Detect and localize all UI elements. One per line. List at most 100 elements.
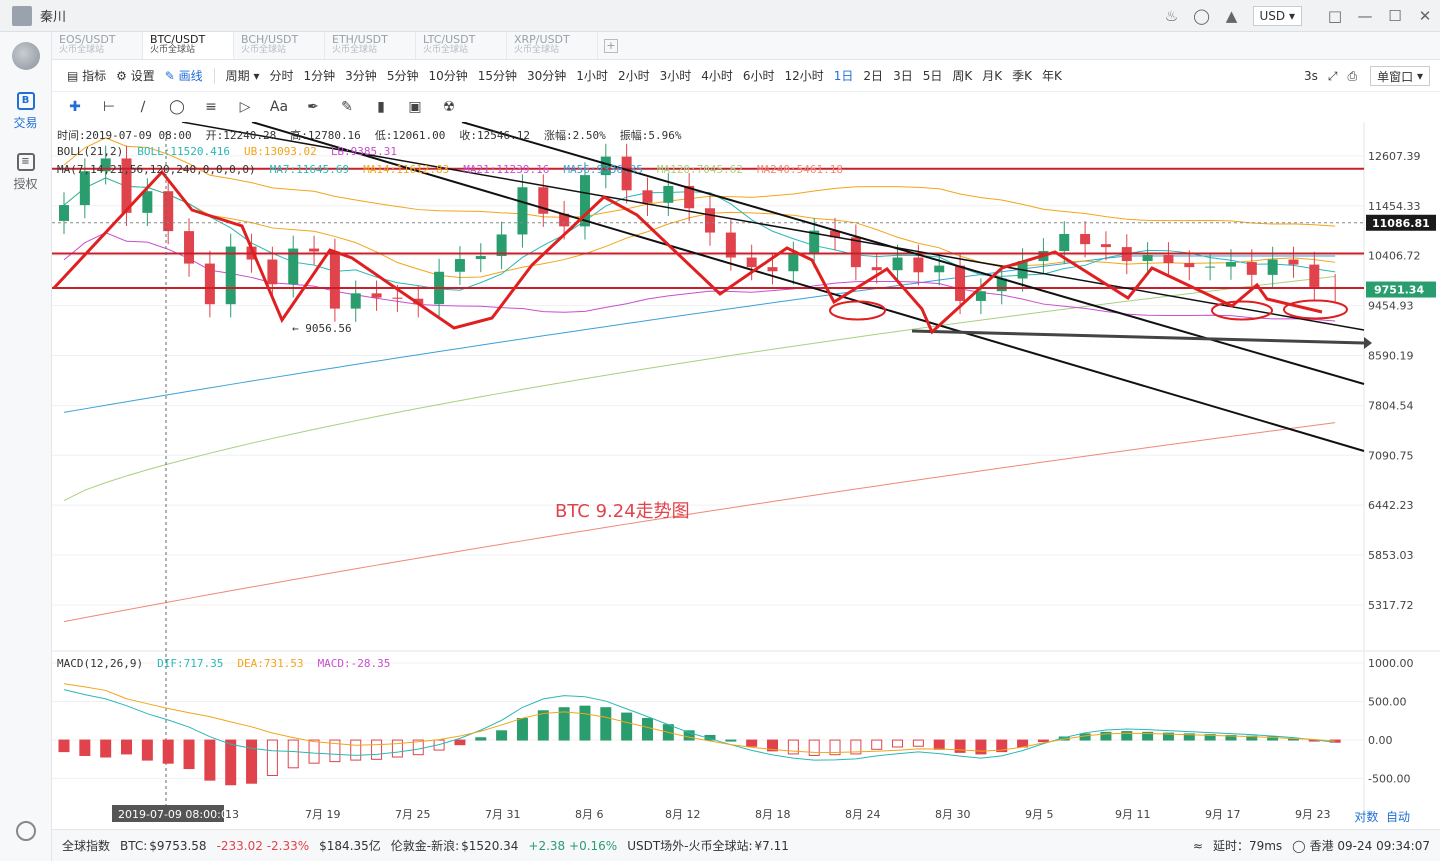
ma56-value: MA56:9336.35: [563, 163, 643, 176]
lock-icon[interactable]: ▣: [402, 97, 428, 117]
crosshair-icon[interactable]: ✚: [62, 97, 88, 117]
macd-bar-up: [516, 717, 528, 741]
period-select[interactable]: 周期 ▾: [221, 67, 265, 84]
currency-value: USD: [1259, 9, 1286, 23]
tab-eth[interactable]: ETH/USDT 火币全球站: [325, 32, 416, 59]
period-option[interactable]: 3日: [888, 67, 918, 84]
candle-down: [767, 267, 778, 272]
tab-pair: LTC/USDT: [423, 33, 476, 46]
shirt-icon[interactable]: ▲: [1217, 0, 1247, 32]
trend-line-icon[interactable]: ∕: [130, 97, 156, 117]
period-option[interactable]: 3分钟: [340, 67, 382, 84]
candle-down: [871, 267, 882, 271]
btc-price: $9753.58: [149, 838, 207, 853]
settings-label: 设置: [130, 69, 155, 83]
minimize-icon[interactable]: —: [1350, 0, 1380, 32]
close-icon[interactable]: ✕: [1410, 0, 1440, 32]
period-option[interactable]: 月K: [977, 67, 1007, 84]
sidebar-item-trade[interactable]: B 交易: [0, 92, 51, 131]
global-index-label[interactable]: 全球指数: [62, 837, 110, 854]
tab-btc[interactable]: BTC/USDT 火币全球站: [143, 32, 234, 59]
ruler-icon[interactable]: ✒: [300, 97, 326, 117]
draw-button[interactable]: ✎ 画线: [160, 67, 208, 84]
text-icon[interactable]: Aa: [266, 97, 292, 117]
maximize-icon[interactable]: ☐: [1380, 0, 1410, 32]
ma-name: MA(7,14,21,56,120,240,0,0,0,0): [57, 163, 256, 176]
candle-up: [454, 259, 465, 272]
settings-gear-icon[interactable]: [16, 821, 36, 841]
period-option[interactable]: 周K: [947, 67, 977, 84]
x-tick-label: 9月 23: [1295, 808, 1331, 821]
settings-button[interactable]: ⚙ 设置: [111, 67, 160, 84]
price-tick-label: 7804.54: [1368, 399, 1414, 412]
period-option[interactable]: 6小时: [738, 67, 780, 84]
period-option[interactable]: 5日: [918, 67, 948, 84]
candle-down: [329, 251, 340, 309]
period-option[interactable]: 10分钟: [423, 67, 472, 84]
period-option[interactable]: 1分钟: [299, 67, 341, 84]
chat-icon[interactable]: ◯: [1187, 0, 1217, 32]
macd-bar-down: [58, 739, 70, 753]
macd-bar-down: [912, 739, 924, 747]
auto-button[interactable]: 自动: [1386, 810, 1410, 824]
trash-icon[interactable]: ☢: [436, 97, 462, 117]
btc-cap: $184.35亿: [319, 839, 381, 853]
period-option[interactable]: 15分钟: [473, 67, 522, 84]
fullscreen-icon[interactable]: ⤢: [1323, 69, 1343, 84]
ellipse-icon[interactable]: ◯: [164, 97, 190, 117]
period-option[interactable]: 1小时: [571, 67, 613, 84]
period-option[interactable]: 季K: [1007, 67, 1037, 84]
ma240-value: MA240:5461.18: [756, 163, 844, 176]
price-tick-label: 7090.75: [1368, 449, 1414, 462]
price-tick-label: 6442.23: [1368, 499, 1414, 512]
refresh-interval[interactable]: 3s: [1299, 69, 1323, 83]
candles-icon[interactable]: ▮: [368, 97, 394, 117]
candlestick-chart[interactable]: 12607.39 11454.33 10406.72 9454.93 8590.19 78…: [52, 121, 1440, 829]
x-tick-label: 13: [225, 808, 239, 821]
window-mode-select[interactable]: 单窗口 ▾: [1370, 66, 1430, 86]
currency-select[interactable]: USD ▾: [1252, 6, 1302, 26]
sidebar-item-auth[interactable]: ≡ 授权: [0, 153, 51, 192]
popout-icon[interactable]: □: [1320, 0, 1350, 32]
log-button[interactable]: 对数: [1354, 810, 1378, 824]
price-tick-label: 11454.33: [1368, 200, 1421, 213]
pattern-icon[interactable]: ▷: [232, 97, 258, 117]
indicator-button[interactable]: ▤ 指标: [62, 67, 111, 84]
period-option[interactable]: 1日: [829, 67, 859, 84]
tab-eos[interactable]: EOS/USDT 火币全球站: [52, 32, 143, 59]
add-tab-button[interactable]: +: [604, 39, 618, 53]
tab-ltc[interactable]: LTC/USDT 火币全球站: [416, 32, 507, 59]
candle-up: [1205, 266, 1216, 268]
period-option[interactable]: 2日: [858, 67, 888, 84]
candle-down: [184, 231, 195, 264]
macd-bar-down: [371, 739, 383, 760]
macd-bar-down: [162, 739, 174, 764]
avatar[interactable]: [12, 5, 32, 26]
price-tick-label: 9454.93: [1368, 300, 1414, 313]
logo-icon: [11, 42, 40, 70]
period-option[interactable]: 分时: [265, 67, 299, 84]
macd-bar-down: [975, 739, 987, 755]
tab-xrp[interactable]: XRP/USDT 火币全球站: [507, 32, 598, 59]
tab-bch[interactable]: BCH/USDT 火币全球站: [234, 32, 325, 59]
period-option[interactable]: 3小时: [655, 67, 697, 84]
brush-icon[interactable]: ✎: [334, 97, 360, 117]
ohlc-legend: 时间:2019-07-09 08:00 开:12240.28 高:12780.16 低…: [57, 127, 696, 143]
period-option[interactable]: 5分钟: [382, 67, 424, 84]
period-option[interactable]: 30分钟: [522, 67, 571, 84]
screenshot-icon[interactable]: ⎙: [1343, 69, 1363, 84]
period-option[interactable]: 2小时: [613, 67, 655, 84]
period-option[interactable]: 年K: [1037, 67, 1067, 84]
period-option[interactable]: 4小时: [696, 67, 738, 84]
fib-lines-icon[interactable]: ≡: [198, 97, 224, 117]
candle-up: [59, 205, 69, 221]
chart-area[interactable]: 12607.39 11454.33 10406.72 9454.93 8590.19 78…: [52, 121, 1440, 829]
macd-bar-down: [183, 739, 195, 770]
horizontal-line-icon[interactable]: ⊢: [96, 97, 122, 117]
macd-bar-down: [454, 739, 466, 746]
macd-tick-label: 500.00: [1368, 696, 1407, 709]
bell-icon[interactable]: ♨: [1157, 0, 1187, 32]
x-tick-label: 8月 6: [575, 808, 604, 821]
period-option[interactable]: 12小时: [780, 67, 829, 84]
legend-time: 时间:2019-07-09 08:00: [57, 129, 192, 142]
